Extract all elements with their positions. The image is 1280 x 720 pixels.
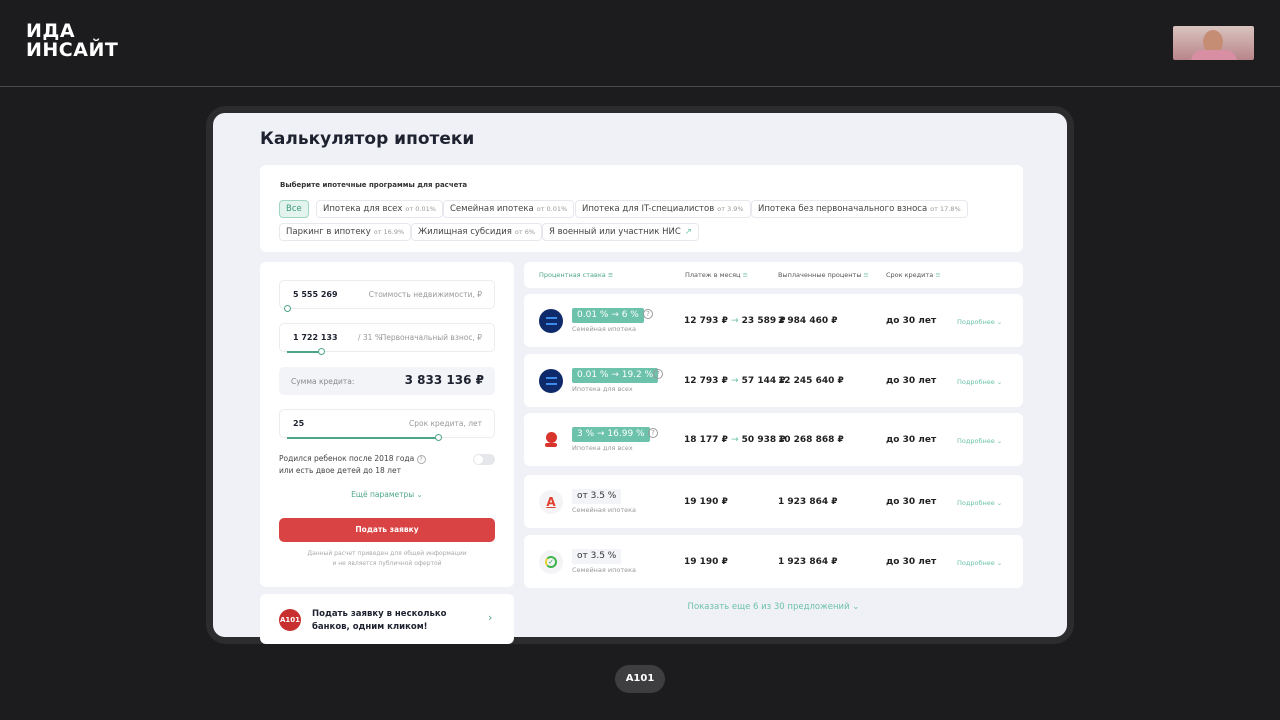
rate-badge: 0.01 % → 19.2 %: [572, 368, 659, 383]
sort-interest[interactable]: Выплаченные проценты ≡: [778, 271, 869, 279]
details-link[interactable]: Подробнее ⌄: [957, 318, 1002, 326]
paid-interest: 1 923 864 ₽: [778, 497, 838, 507]
offer-row[interactable]: ✓ от 3.5 % Семейная ипотека 19 190 ₽ 1 9…: [524, 535, 1023, 588]
child-toggle[interactable]: [473, 454, 495, 465]
submit-button[interactable]: Подать заявку: [279, 518, 495, 542]
presenter-video: [1173, 26, 1254, 60]
a101-logo: A101: [279, 609, 301, 631]
ida-insight-logo: ИДА ИНСАЙТ: [26, 20, 119, 61]
help-icon[interactable]: ?: [653, 369, 663, 379]
loan-term: до 30 лет: [886, 557, 937, 567]
paid-interest: 2 984 460 ₽: [778, 316, 838, 326]
term-input[interactable]: 25 Срок кредита, лет: [279, 409, 495, 438]
offer-row[interactable]: 3 % → 16.99 % ? Ипотека для всех 18 177 …: [524, 413, 1023, 466]
price-input[interactable]: 5 555 269 Стоимость недвижимости, ₽: [279, 280, 495, 309]
sort-term[interactable]: Срок кредита ≡: [886, 271, 941, 279]
details-link[interactable]: Подробнее ⌄: [957, 378, 1002, 386]
rate-badge: 3 % → 16.99 %: [572, 427, 650, 442]
offer-row[interactable]: A от 3.5 % Семейная ипотека 19 190 ₽ 1 9…: [524, 475, 1023, 528]
sort-payment[interactable]: Платеж в месяц ≡: [685, 271, 748, 279]
a101-badge: A101: [615, 665, 665, 693]
program-name: Семейная ипотека: [572, 325, 637, 333]
sber-logo: ✓: [539, 550, 563, 574]
loan-amount: Сумма кредита: 3 833 136 ₽: [279, 367, 495, 395]
loan-term: до 30 лет: [886, 435, 937, 445]
alfa-logo: A: [539, 490, 563, 514]
monthly-payment: 18 177 ₽ → 50 938 ₽: [684, 435, 786, 445]
multi-bank-promo[interactable]: A101 Подать заявку в несколько банков, од…: [260, 594, 514, 644]
program-filter-label: Выберите ипотечные программы для расчета: [280, 181, 468, 189]
external-link-icon: ↗: [684, 227, 692, 237]
chevron-right-icon: ›: [488, 611, 493, 624]
program-filter: Выберите ипотечные программы для расчета…: [260, 165, 1023, 252]
details-link[interactable]: Подробнее ⌄: [957, 559, 1002, 567]
monthly-payment: 12 793 ₽ → 57 144 ₽: [684, 376, 786, 386]
chip-subsidy[interactable]: Жилищная субсидия от 6%: [411, 223, 543, 241]
rate-badge: 0.01 % → 6 %: [572, 308, 644, 323]
calculator-form: 5 555 269 Стоимость недвижимости, ₽ 1 722…: [260, 262, 514, 587]
loan-term: до 30 лет: [886, 376, 937, 386]
term-slider[interactable]: [435, 434, 442, 441]
chip-no-down-payment[interactable]: Ипотека без первоначального взноса от 17.…: [751, 200, 968, 218]
monthly-payment: 12 793 ₽ → 23 589 ₽: [684, 316, 786, 326]
vtb-logo: [539, 309, 563, 333]
paid-interest: 10 268 868 ₽: [778, 435, 844, 445]
details-link[interactable]: Подробнее ⌄: [957, 437, 1002, 445]
down-payment-slider[interactable]: [318, 348, 325, 355]
rate-badge: от 3.5 %: [572, 489, 622, 504]
offer-row[interactable]: 0.01 % → 19.2 % ? Ипотека для всех 12 79…: [524, 354, 1023, 407]
disclaimer: Данный расчет приведен для общей информа…: [307, 550, 467, 567]
rate-badge: от 3.5 %: [572, 549, 622, 564]
sort-rate[interactable]: Процентная ставка ≡: [539, 271, 613, 279]
offer-row[interactable]: 0.01 % → 6 % ? Семейная ипотека 12 793 ₽…: [524, 294, 1023, 347]
chip-military[interactable]: Я военный или участник НИС ↗: [542, 223, 699, 241]
loan-term: до 30 лет: [886, 316, 937, 326]
help-icon[interactable]: ?: [648, 428, 658, 438]
table-header: Процентная ставка ≡ Платеж в месяц ≡ Вып…: [524, 262, 1023, 288]
chip-parking[interactable]: Паркинг в ипотеку от 16.9%: [279, 223, 412, 241]
details-link[interactable]: Подробнее ⌄: [957, 499, 1002, 507]
show-more-button[interactable]: Показать еще 6 из 30 предложений ⌄: [524, 602, 1023, 612]
program-name: Ипотека для всех: [572, 444, 633, 452]
loan-term: до 30 лет: [886, 497, 937, 507]
term-track: [287, 437, 439, 439]
chip-ipoteka-dlya-vseh[interactable]: Ипотека для всех от 0.01%: [316, 200, 443, 218]
program-name: Семейная ипотека: [572, 506, 637, 514]
paid-interest: 12 245 640 ₽: [778, 376, 844, 386]
sovcombank-logo: [539, 428, 563, 452]
vtb-logo: [539, 369, 563, 393]
program-name: Ипотека для всех: [572, 385, 633, 393]
down-payment-track: [287, 351, 321, 353]
chip-it[interactable]: Ипотека для IT-специалистов от 3.9%: [575, 200, 751, 218]
child-condition: Родился ребенок после 2018 года ? или ест…: [279, 453, 426, 477]
promo-text: Подать заявку в несколько банков, одним к…: [312, 609, 447, 632]
help-icon[interactable]: ?: [643, 309, 653, 319]
monthly-payment: 19 190 ₽: [684, 557, 728, 567]
chevron-down-icon: ⌄: [416, 490, 423, 499]
more-params-link[interactable]: Ещё параметры ⌄: [260, 490, 514, 499]
program-name: Семейная ипотека: [572, 566, 637, 574]
help-icon[interactable]: ?: [416, 455, 426, 464]
paid-interest: 1 923 864 ₽: [778, 557, 838, 567]
price-slider[interactable]: [284, 305, 291, 312]
chip-all[interactable]: Все: [279, 200, 309, 218]
divider: [0, 86, 1280, 87]
monthly-payment: 19 190 ₽: [684, 497, 728, 507]
down-payment-input[interactable]: 1 722 133/ 31 % Первоначальный взнос, ₽: [279, 323, 495, 352]
page-title: Калькулятор ипотеки: [260, 129, 475, 149]
chip-family[interactable]: Семейная ипотека от 0.01%: [443, 200, 575, 218]
